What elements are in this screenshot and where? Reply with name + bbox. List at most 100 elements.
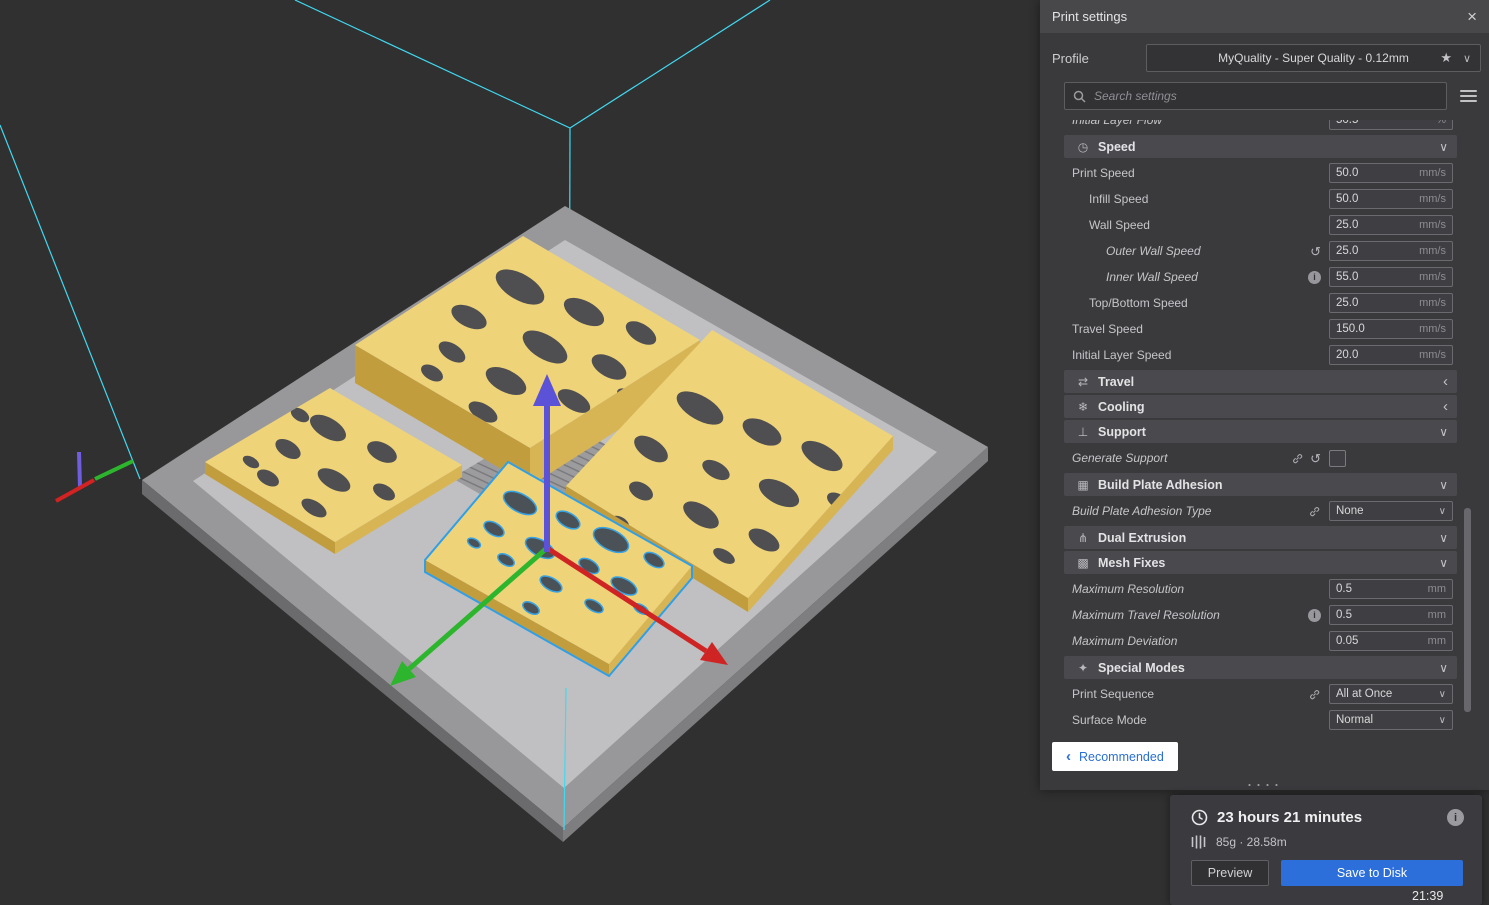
panel-title: Print settings — [1052, 9, 1128, 24]
value-field[interactable]: 50.0 mm/s — [1329, 163, 1453, 183]
viewport-3d[interactable] — [0, 0, 1040, 899]
close-icon[interactable]: × — [1467, 8, 1477, 25]
chevron-down-icon: ∨ — [1439, 660, 1448, 675]
unit-label: mm — [1427, 609, 1446, 621]
value-field[interactable]: 25.0 mm/s — [1329, 215, 1453, 235]
speed-icon: ◷ — [1077, 139, 1089, 154]
dropdown[interactable]: All at Once ∨ — [1329, 684, 1453, 704]
save-to-disk-button[interactable]: Save to Disk — [1281, 860, 1463, 886]
value-field[interactable]: 25.0 mm/s — [1329, 293, 1453, 313]
setting-label: Outer Wall Speed — [1106, 244, 1201, 258]
category-dual-extrusion[interactable]: ⋔ Dual Extrusion ∨ — [1064, 526, 1457, 549]
material-usage: 85g · 28.58m — [1216, 835, 1287, 849]
dropdown[interactable]: Normal ∨ — [1329, 710, 1453, 730]
unit-label: mm/s — [1419, 323, 1446, 335]
setting-row-generate-support: Generate Support ↺ — [1040, 445, 1489, 471]
setting-row-maximum-resolution: Maximum Resolution 0.5 mm — [1040, 576, 1489, 602]
category-mesh-fixes[interactable]: ▩ Mesh Fixes ∨ — [1064, 551, 1457, 574]
chevron-down-icon: ∨ — [1462, 52, 1471, 65]
cooling-icon: ❄ — [1077, 399, 1089, 414]
star-icon[interactable]: ★ — [1440, 50, 1452, 66]
setting-label: Maximum Resolution — [1072, 582, 1185, 596]
setting-row-surface-mode: Surface Mode Normal ∨ — [1040, 707, 1489, 732]
category-label: Dual Extrusion — [1098, 530, 1187, 545]
revert-icon[interactable]: ↺ — [1310, 245, 1321, 258]
profile-label: Profile — [1052, 50, 1089, 66]
action-buttons-row: Preview Save to Disk — [1191, 860, 1464, 886]
unit-label: mm — [1427, 583, 1446, 595]
setting-row-infill-speed: Infill Speed 50.0 mm/s — [1040, 186, 1489, 212]
setting-row-maximum-deviation: Maximum Deviation 0.05 mm — [1040, 628, 1489, 654]
value-field[interactable]: 0.5 mm — [1329, 579, 1453, 599]
value-field[interactable]: 25.0 mm/s — [1329, 241, 1453, 261]
setting-row-top-bottom-speed: Top/Bottom Speed 25.0 mm/s — [1040, 290, 1489, 316]
category-speed[interactable]: ◷ Speed ∨ — [1064, 135, 1457, 158]
z-axis-tick — [77, 451, 82, 489]
value-field[interactable]: 150.0 mm/s — [1329, 319, 1453, 339]
setting-label: Print Speed — [1072, 166, 1135, 180]
chevron-down-icon: ∨ — [1439, 530, 1448, 545]
value-field[interactable]: 0.05 mm — [1329, 631, 1453, 651]
unit-label: mm/s — [1419, 245, 1446, 257]
search-settings-box[interactable] — [1064, 82, 1447, 110]
value-field[interactable]: 0.5 mm — [1329, 605, 1453, 625]
setting-row-wall-speed: Wall Speed 25.0 mm/s — [1040, 212, 1489, 238]
chevron-down-icon: ∨ — [1439, 139, 1448, 154]
unit-label: mm — [1427, 635, 1446, 647]
unit-label: mm/s — [1419, 219, 1446, 231]
setting-row-print-speed: Print Speed 50.0 mm/s — [1040, 160, 1489, 186]
profile-value: MyQuality - Super Quality - 0.12mm — [1218, 51, 1409, 65]
setting-label: Inner Wall Speed — [1106, 270, 1198, 284]
value-field[interactable]: 50.0 mm/s — [1329, 189, 1453, 209]
scrollbar-thumb[interactable] — [1464, 508, 1471, 712]
info-icon[interactable]: i — [1447, 809, 1464, 826]
profile-row: Profile MyQuality - Super Quality - 0.12… — [1040, 33, 1489, 78]
setting-label: Wall Speed — [1089, 218, 1150, 232]
category-label: Cooling — [1098, 399, 1145, 414]
special-modes-icon: ✦ — [1077, 660, 1089, 675]
category-support[interactable]: ⊥ Support ∨ — [1064, 420, 1457, 443]
preview-button[interactable]: Preview — [1191, 860, 1269, 886]
menu-icon[interactable] — [1460, 90, 1477, 102]
setting-label: Surface Mode — [1072, 713, 1147, 727]
setting-row-travel-speed: Travel Speed 150.0 mm/s — [1040, 316, 1489, 342]
setting-label: Initial Layer Speed — [1072, 348, 1172, 362]
category-build-plate-adhesion[interactable]: ▦ Build Plate Adhesion ∨ — [1064, 473, 1457, 496]
clock-icon — [1191, 809, 1208, 826]
info-icon[interactable]: i — [1308, 270, 1321, 284]
settings-list: Initial Layer Flow 50.5% ◷ Speed ∨ Print Spee… — [1040, 120, 1489, 732]
setting-label: Build Plate Adhesion Type — [1072, 504, 1212, 518]
chevron-down-icon: ∨ — [1439, 477, 1448, 492]
category-label: Mesh Fixes — [1098, 555, 1166, 570]
print-settings-panel: Print settings × Profile MyQuality - Sup… — [1040, 0, 1489, 793]
material-row: 85g · 28.58m — [1191, 835, 1464, 849]
setting-row-print-sequence: Print Sequence All at Once ∨ — [1040, 681, 1489, 707]
recommended-button[interactable]: ‹ Recommended — [1052, 742, 1178, 771]
chevron-left-icon: ‹ — [1443, 372, 1448, 390]
category-special-modes[interactable]: ✦ Special Modes ∨ — [1064, 656, 1457, 679]
profile-dropdown[interactable]: MyQuality - Super Quality - 0.12mm ★ ∨ — [1146, 44, 1481, 72]
value-field[interactable]: 55.0 mm/s — [1329, 267, 1453, 287]
checkbox[interactable] — [1329, 449, 1346, 467]
revert-icon[interactable]: ↺ — [1310, 452, 1321, 465]
panel-drag-handle[interactable]: ···· — [1040, 775, 1489, 793]
unit-label: mm/s — [1419, 349, 1446, 361]
chevron-down-icon: ∨ — [1439, 555, 1448, 570]
chevron-left-icon: ‹ — [1066, 747, 1071, 765]
setting-label: Maximum Travel Resolution — [1072, 608, 1220, 622]
setting-row-maximum-travel-resolution: Maximum Travel Resolution i 0.5 mm — [1040, 602, 1489, 628]
search-input[interactable] — [1092, 88, 1438, 104]
value-field[interactable]: 50.5% — [1329, 120, 1453, 130]
value-field[interactable]: 20.0 mm/s — [1329, 345, 1453, 365]
setting-row-outer-wall-speed: Outer Wall Speed ↺ 25.0 mm/s — [1040, 238, 1489, 264]
setting-row-build-plate-adhesion-type: Build Plate Adhesion Type None ∨ — [1040, 498, 1489, 524]
unit-label: mm/s — [1419, 271, 1446, 283]
info-icon[interactable]: i — [1308, 608, 1321, 622]
dropdown[interactable]: None ∨ — [1329, 501, 1453, 521]
category-cooling[interactable]: ❄ Cooling ‹ — [1064, 395, 1457, 418]
build-plate-adhesion-icon: ▦ — [1077, 477, 1089, 492]
chevron-left-icon: ‹ — [1443, 397, 1448, 415]
category-travel[interactable]: ⇄ Travel ‹ — [1064, 370, 1457, 393]
unit-label: mm/s — [1419, 297, 1446, 309]
link-icon — [1293, 453, 1303, 463]
